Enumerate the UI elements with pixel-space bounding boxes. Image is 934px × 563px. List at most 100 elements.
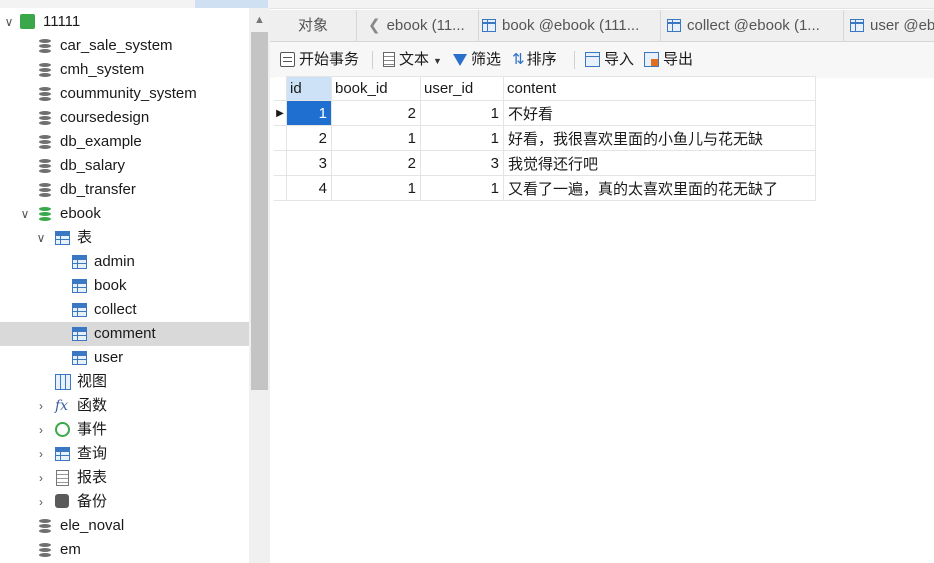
cell-book-id[interactable]: 2 [331,150,421,176]
scroll-up-arrow-icon[interactable]: ▲ [249,12,270,28]
database-icon [39,543,51,558]
dropdown-arrow-icon[interactable]: ▼ [433,56,442,66]
data-grid[interactable]: id book_id user_id content ▶ 1 2 1 不好看 2… [274,76,816,201]
tree-db-item[interactable]: db_example [0,130,249,154]
tree-db-item[interactable]: car_sale_system [0,34,249,58]
tree-queries-group[interactable]: › 查询 [0,442,249,466]
cell-id[interactable]: 2 [286,125,332,151]
current-row-marker-icon: ▶ [274,100,287,126]
chevron-down-icon[interactable]: ∨ [34,226,48,250]
tab-label: book @ebook (111... [502,17,640,34]
chevron-right-icon[interactable]: › [34,442,48,466]
table-icon [72,327,87,341]
tree-db-item[interactable]: db_transfer [0,178,249,202]
text-label: 文本 [399,51,430,68]
tree-db-item[interactable]: coummunity_system [0,82,249,106]
table-row[interactable]: 2 1 1 好看，我很喜欢里面的小鱼儿与花无缺 [274,125,816,151]
clock-icon [55,422,70,437]
text-icon [383,52,395,67]
cell-user-id[interactable]: 1 [420,175,504,201]
table-icon [482,19,496,32]
tree-reports-group[interactable]: › 报表 [0,466,249,490]
import-button[interactable]: 导入 [585,42,634,78]
cell-user-id[interactable]: 1 [420,100,504,126]
export-icon [644,52,659,67]
tree-db-item[interactable]: db_salary [0,154,249,178]
table-icon [667,19,681,32]
chevron-right-icon[interactable]: › [34,466,48,490]
connection-icon [20,14,35,29]
group-label: 查询 [77,445,108,462]
chevron-down-icon[interactable]: ∨ [18,202,32,226]
filter-button[interactable]: 筛选 [453,42,501,78]
cell-id[interactable]: 3 [286,150,332,176]
cell-content[interactable]: 好看，我很喜欢里面的小鱼儿与花无缺 [503,125,816,151]
tree-backups-group[interactable]: › 备份 [0,490,249,514]
cell-id[interactable]: 1 [286,100,332,126]
tree-table-item-selected[interactable]: comment [0,322,249,346]
database-icon [39,87,51,102]
active-menu-highlight [195,0,268,8]
tree-functions-group[interactable]: › fx 函数 [0,394,249,418]
cell-content[interactable]: 我觉得还行吧 [503,150,816,176]
cell-book-id[interactable]: 2 [331,100,421,126]
tree-db-item[interactable]: coursedesign [0,106,249,130]
tree-db-item[interactable]: cmh_system [0,58,249,82]
cell-book-id[interactable]: 1 [331,175,421,201]
tree-table-item[interactable]: admin [0,250,249,274]
table-row[interactable]: ▶ 1 2 1 不好看 [274,100,816,126]
db-label: ele_noval [60,517,125,534]
db-label: coummunity_system [60,85,197,102]
group-label: 备份 [77,493,108,510]
table-row[interactable]: 3 2 3 我觉得还行吧 [274,150,816,176]
column-header-id[interactable]: id [286,76,332,101]
begin-transaction-button[interactable]: 开始事务 [280,42,359,78]
cell-id[interactable]: 4 [286,175,332,201]
database-icon [39,519,51,534]
chevron-right-icon[interactable]: › [34,490,48,514]
tree-db-item[interactable]: em [0,538,249,562]
tree-table-item[interactable]: user [0,346,249,370]
tree-table-item[interactable]: book [0,274,249,298]
db-label: db_salary [60,157,126,174]
group-label: 表 [77,229,93,246]
begin-transaction-label: 开始事务 [299,51,360,68]
cell-user-id[interactable]: 1 [420,125,504,151]
text-button[interactable]: 文本 ▼ [383,42,442,78]
cell-user-id[interactable]: 3 [420,150,504,176]
database-icon [39,63,51,78]
chevron-right-icon[interactable]: › [34,394,48,418]
tree-events-group[interactable]: › 事件 [0,418,249,442]
tree-tables-group[interactable]: ∨ 表 [0,226,249,250]
tree-db-item[interactable]: ele_noval [0,514,249,538]
column-header-book-id[interactable]: book_id [331,76,421,101]
tree-connection[interactable]: ∨ 11111 [0,10,249,34]
cell-content[interactable]: 不好看 [503,100,816,126]
chevron-down-icon[interactable]: ∨ [2,10,16,34]
table-row[interactable]: 4 1 1 又看了一遍，真的太喜欢里面的花无缺了 [274,175,816,201]
export-button[interactable]: 导出 [644,42,693,78]
backup-icon [55,494,69,508]
column-header-user-id[interactable]: user_id [420,76,504,101]
tree-views-group[interactable]: 视图 [0,370,249,394]
table-icon [72,351,87,365]
table-label: comment [94,325,156,342]
chevron-left-icon[interactable]: ❮ [368,17,381,34]
tab-collect[interactable]: collect @ebook (1... [661,10,844,41]
chevron-right-icon[interactable]: › [34,418,48,442]
sidebar-scrollbar[interactable]: ▲ [249,8,270,563]
cell-book-id[interactable]: 1 [331,125,421,151]
tab-ebook[interactable]: ❮ ebook (11... [360,10,479,41]
tab-book[interactable]: book @ebook (111... [476,10,661,41]
tree-table-item[interactable]: collect [0,298,249,322]
column-header-content[interactable]: content [503,76,816,101]
object-tree[interactable]: ∨ 11111 car_sale_system cmh_system coumm… [0,8,249,563]
db-label: car_sale_system [60,37,173,54]
tree-db-open[interactable]: ∨ ebook [0,202,249,226]
cell-content[interactable]: 又看了一遍，真的太喜欢里面的花无缺了 [503,175,816,201]
sort-button[interactable]: ⇅ 排序 [512,42,557,78]
views-icon [55,374,71,390]
tab-objects[interactable]: 对象 [270,10,357,41]
tab-user[interactable]: user @eb [844,10,934,41]
scrollbar-thumb[interactable] [251,32,268,390]
